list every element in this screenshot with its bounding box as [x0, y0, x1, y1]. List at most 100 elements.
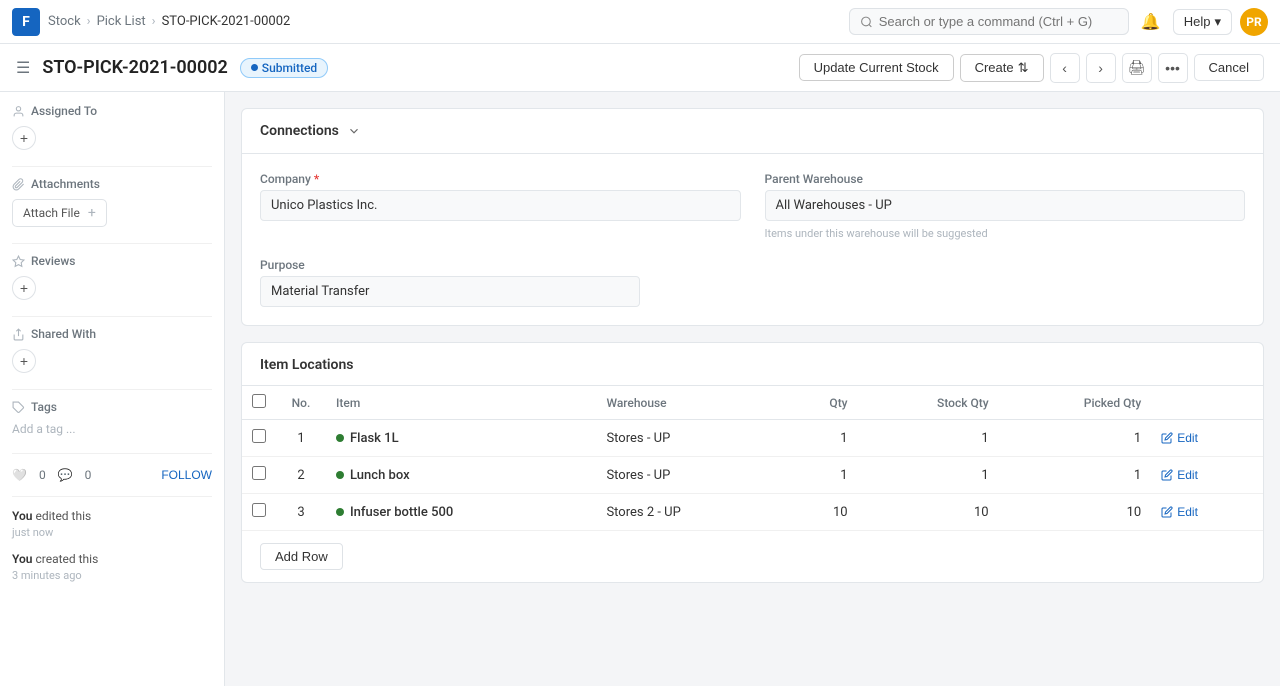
reviews-label: Reviews [31, 254, 75, 268]
sidebar: Assigned To + Attachments Attach File + … [0, 92, 225, 686]
item-locations-table-wrap: No. Item Warehouse Qty Stock Qty Picked … [242, 386, 1263, 531]
divider4 [12, 389, 212, 390]
row-checkbox[interactable] [252, 503, 266, 517]
table-row: 2 Lunch box Stores - UP 1 1 1 Edit [242, 457, 1263, 494]
prev-button[interactable]: ‹ [1050, 53, 1080, 83]
company-group: Company * Unico Plastics Inc. [260, 172, 741, 240]
edit-button[interactable]: Edit [1161, 468, 1198, 482]
add-shared-button[interactable]: + [12, 349, 36, 373]
tag-icon [12, 401, 25, 414]
likes-count: 0 [39, 468, 46, 482]
connections-card-header[interactable]: Connections [242, 109, 1263, 154]
like-section: 🤍 0 💬 0 FOLLOW [12, 464, 212, 486]
tags-section: Tags Add a tag ... [12, 400, 212, 437]
attach-file-icon: + [88, 205, 96, 221]
col-item: Item [326, 386, 596, 420]
row-picked-qty: 10 [999, 494, 1152, 531]
company-value[interactable]: Unico Plastics Inc. [260, 190, 741, 221]
row-stock-qty: 1 [858, 457, 999, 494]
row-qty: 1 [782, 457, 857, 494]
row-item: Flask 1L [326, 420, 596, 457]
parent-warehouse-value[interactable]: All Warehouses - UP [765, 190, 1246, 221]
paperclip-icon [12, 178, 25, 191]
breadcrumb-stock[interactable]: Stock [48, 14, 81, 29]
subheader-actions: Update Current Stock Create ⇅ ‹ › 🖨 ••• … [799, 53, 1264, 83]
cancel-button[interactable]: Cancel [1194, 54, 1264, 81]
main-layout: Assigned To + Attachments Attach File + … [0, 92, 1280, 686]
activity-time-1: just now [12, 525, 212, 542]
assigned-to-header: Assigned To [12, 104, 212, 118]
help-button[interactable]: Help ▾ [1173, 9, 1232, 35]
row-qty: 10 [782, 494, 857, 531]
add-row-button[interactable]: Add Row [260, 543, 343, 570]
attach-file-button[interactable]: Attach File + [12, 199, 107, 227]
heart-icon[interactable]: 🤍 [12, 468, 27, 482]
user-icon [12, 105, 25, 118]
col-checkbox [242, 386, 276, 420]
row-checkbox[interactable] [252, 466, 266, 480]
breadcrumb-picklist[interactable]: Pick List [97, 14, 146, 29]
add-tag-label[interactable]: Add a tag ... [12, 422, 76, 436]
follow-button[interactable]: FOLLOW [161, 468, 212, 482]
create-button[interactable]: Create ⇅ [960, 54, 1044, 82]
notifications-button[interactable]: 🔔 [1137, 8, 1165, 36]
item-status-dot [336, 508, 344, 516]
next-button[interactable]: › [1086, 53, 1116, 83]
activity-item-1: You edited this just now [12, 507, 212, 542]
comments-count: 0 [85, 468, 92, 482]
tags-header: Tags [12, 400, 212, 414]
avatar[interactable]: PR [1240, 8, 1268, 36]
more-button[interactable]: ••• [1158, 53, 1188, 83]
activity-item-2: You created this 3 minutes ago [12, 550, 212, 585]
col-qty: Qty [782, 386, 857, 420]
purpose-value[interactable]: Material Transfer [260, 276, 640, 307]
connections-body: Company * Unico Plastics Inc. Parent War… [242, 154, 1263, 325]
edit-button[interactable]: Edit [1161, 431, 1198, 445]
tags-label: Tags [31, 400, 57, 414]
col-stock-qty: Stock Qty [858, 386, 999, 420]
search-bar[interactable] [849, 8, 1129, 35]
breadcrumb-sep2: › [152, 14, 156, 29]
row-edit-cell: Edit [1151, 457, 1263, 494]
print-button[interactable]: 🖨 [1122, 53, 1152, 83]
item-name-label: Infuser bottle 500 [350, 505, 453, 520]
row-edit-cell: Edit [1151, 494, 1263, 531]
select-all-checkbox[interactable] [252, 394, 266, 408]
shared-with-header: Shared With [12, 327, 212, 341]
breadcrumb: Stock › Pick List › STO-PICK-2021-00002 [48, 14, 290, 29]
purpose-label: Purpose [260, 258, 741, 272]
parent-warehouse-label: Parent Warehouse [765, 172, 1246, 186]
menu-icon[interactable]: ☰ [16, 58, 30, 77]
divider2 [12, 243, 212, 244]
table-body: 1 Flask 1L Stores - UP 1 1 1 Edit 2 Lunc… [242, 420, 1263, 531]
breadcrumb-sep1: › [87, 14, 91, 29]
chevron-down-icon [347, 124, 361, 138]
add-assigned-button[interactable]: + [12, 126, 36, 150]
add-review-button[interactable]: + [12, 276, 36, 300]
table-row: 3 Infuser bottle 500 Stores 2 - UP 10 10… [242, 494, 1263, 531]
search-input[interactable] [879, 14, 1118, 29]
row-checkbox[interactable] [252, 429, 266, 443]
reviews-section: Reviews + [12, 254, 212, 300]
col-warehouse: Warehouse [596, 386, 782, 420]
connections-card: Connections Company * Unico Plastics Inc… [241, 108, 1264, 326]
attachments-section: Attachments Attach File + [12, 177, 212, 227]
row-checkbox-cell [242, 494, 276, 531]
assigned-to-section: Assigned To + [12, 104, 212, 150]
update-stock-button[interactable]: Update Current Stock [799, 54, 954, 81]
activity-action-1: edited this [35, 509, 91, 523]
row-no: 3 [276, 494, 326, 531]
comment-icon[interactable]: 💬 [58, 468, 73, 482]
activity-you-1: You [12, 509, 32, 523]
shared-with-section: Shared With + [12, 327, 212, 373]
star-icon [12, 255, 25, 268]
col-no: No. [276, 386, 326, 420]
row-item: Lunch box [326, 457, 596, 494]
edit-button[interactable]: Edit [1161, 505, 1198, 519]
row-checkbox-cell [242, 420, 276, 457]
status-label: Submitted [262, 61, 317, 75]
edit-icon [1161, 506, 1173, 518]
activity-you-2: You [12, 552, 32, 566]
item-locations-card: Item Locations No. Item Warehouse Qty St… [241, 342, 1264, 583]
item-locations-table: No. Item Warehouse Qty Stock Qty Picked … [242, 386, 1263, 531]
